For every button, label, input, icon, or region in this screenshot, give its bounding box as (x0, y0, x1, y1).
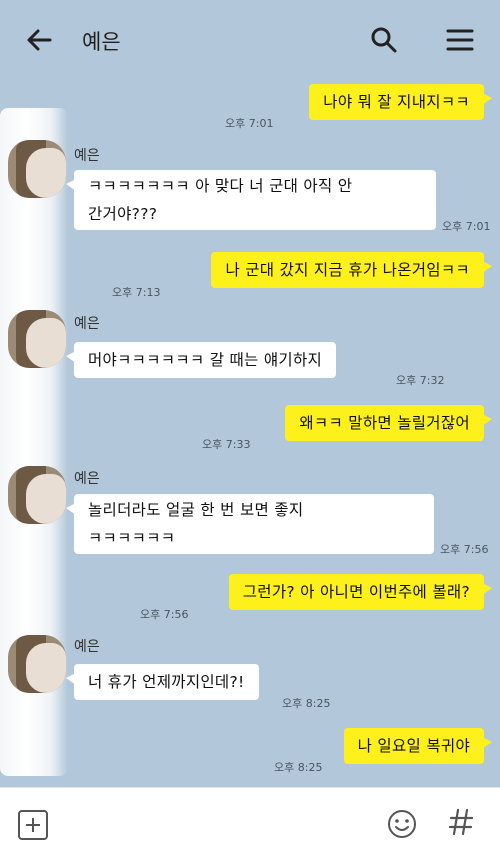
my-message-bubble[interactable]: 왜ㅋㅋ 말하면 놀릴거잖어 (285, 405, 492, 441)
sender-name: 예은 (74, 316, 100, 332)
sender-name: 예은 (74, 471, 100, 487)
my-message-bubble[interactable]: 그런가? 아 아니면 이번주에 볼래? (228, 574, 493, 610)
sender-name: 예은 (74, 148, 100, 164)
their-message-bubble[interactable]: 놀리더라도 얼굴 한 번 보면 좋지 ㅋㅋㅋㅋㅋㅋ (66, 494, 434, 554)
their-message-bubble[interactable]: 너 휴가 언제까지인데?! (66, 664, 259, 700)
hamburger-menu-icon[interactable] (444, 24, 476, 56)
my-message-bubble[interactable]: 나 군대 갔지 지금 휴가 나온거임ㅋㅋ (211, 252, 492, 288)
message-time: 오후 7:56 (440, 543, 489, 556)
hash-icon[interactable] (446, 804, 476, 840)
message-time: 오후 7:32 (396, 374, 445, 387)
emoticon-icon[interactable] (386, 808, 418, 840)
message-time: 오후 7:01 (225, 117, 274, 130)
my-message-bubble[interactable]: 나 일요일 복귀야 (343, 728, 493, 764)
avatar[interactable] (8, 635, 66, 693)
search-icon[interactable] (368, 24, 400, 56)
chat-title: 예은 (82, 30, 121, 54)
message-line: 놀리더라도 얼굴 한 번 보면 좋지 (88, 501, 304, 519)
message-time: 오후 8:25 (282, 697, 331, 710)
message-line: 간거야??? (88, 205, 158, 223)
avatar[interactable] (8, 310, 66, 368)
avatar[interactable] (8, 140, 66, 198)
message-time: 오후 7:01 (442, 220, 491, 233)
avatar[interactable] (8, 466, 66, 524)
plus-square-icon[interactable] (18, 810, 48, 840)
back-arrow-icon[interactable] (24, 24, 56, 56)
sender-name: 예은 (74, 639, 100, 655)
message-time: 오후 8:25 (274, 761, 323, 774)
message-time: 오후 7:56 (140, 608, 189, 621)
chat-header: 예은 (0, 0, 500, 78)
message-line: ㅋㅋㅋㅋㅋㅋㅋ 아 맞다 너 군대 아직 안 (88, 177, 353, 195)
message-time: 오후 7:33 (202, 438, 251, 451)
message-time: 오후 7:13 (112, 286, 161, 299)
my-message-bubble[interactable]: 나야 뭐 잘 지내지ㅋㅋ (309, 84, 492, 120)
their-message-bubble[interactable]: ㅋㅋㅋㅋㅋㅋㅋ 아 맞다 너 군대 아직 안 간거야??? (66, 170, 436, 230)
message-line: ㅋㅋㅋㅋㅋㅋ (88, 529, 176, 547)
message-input-bar[interactable] (0, 787, 500, 855)
their-message-bubble[interactable]: 머야ㅋㅋㅋㅋㅋㅋ 갈 때는 얘기하지 (65, 342, 337, 378)
